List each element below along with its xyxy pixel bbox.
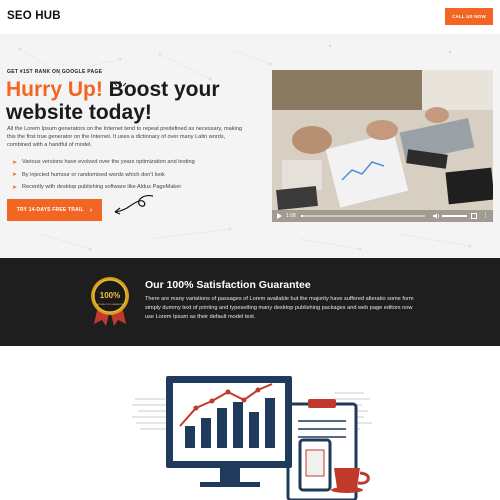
video-player[interactable]: 1:08 ⋮: [272, 70, 493, 222]
list-item: ➤ Various versions have evolved over the …: [12, 159, 195, 166]
guarantee-title: Our 100% Satisfaction Guarantee: [145, 279, 311, 291]
guarantee-section: 100% SATISFACTION GUARANTEE Our 100% Sat…: [0, 258, 500, 346]
video-thumbnail: [272, 70, 493, 222]
bullet-arrow-icon: ➤: [12, 184, 18, 191]
list-item: ➤ By injected humour or randomised words …: [12, 171, 165, 179]
burst-decoration-icon: [113, 81, 127, 87]
bullet-arrow-icon: ➤: [12, 159, 18, 166]
site-logo[interactable]: SEO HUB: [7, 10, 61, 22]
volume-slider[interactable]: [442, 215, 467, 217]
headline-accent: Hurry Up!: [6, 78, 103, 101]
video-time: 1:08: [286, 213, 296, 219]
video-controls: 1:08 ⋮: [272, 210, 493, 222]
analytics-illustration: [0, 346, 500, 500]
badge-caption: SATISFACTION GUARANTEE: [96, 303, 124, 306]
call-us-button[interactable]: CALL US NOW: [445, 8, 493, 25]
fullscreen-icon[interactable]: [471, 213, 477, 219]
rank-label: GET #1ST RANK ON GOOGLE PAGE: [7, 69, 103, 75]
hero-section: GET #1ST RANK ON GOOGLE PAGE Hurry Up! B…: [0, 34, 500, 258]
guarantee-text: There are many variations of passages of…: [145, 296, 414, 320]
site-header: SEO HUB CALL US NOW: [0, 0, 500, 34]
video-progress-fill: [301, 215, 304, 217]
hero-description: All the Lorem Ipsum generators on the In…: [7, 126, 242, 149]
more-options-icon[interactable]: ⋮: [482, 212, 489, 220]
chevron-right-icon: ›: [89, 206, 93, 214]
hero-headline: Hurry Up! Boost your website today!: [6, 78, 256, 124]
play-icon[interactable]: [277, 213, 282, 219]
volume-icon[interactable]: [433, 213, 440, 219]
badge-percent: 100%: [100, 291, 120, 300]
guarantee-badge: 100% SATISFACTION GUARANTEE: [91, 277, 129, 326]
feature-list: ➤ Various versions have evolved over the …: [12, 156, 252, 194]
curly-arrow-icon: [114, 195, 154, 215]
free-trial-button[interactable]: TRY 14-DAYS FREE TRAIL ›: [7, 199, 102, 221]
video-progress-bar[interactable]: [301, 215, 425, 217]
analytics-illustration-graphic: [132, 376, 372, 500]
bullet-arrow-icon: ➤: [12, 172, 18, 179]
